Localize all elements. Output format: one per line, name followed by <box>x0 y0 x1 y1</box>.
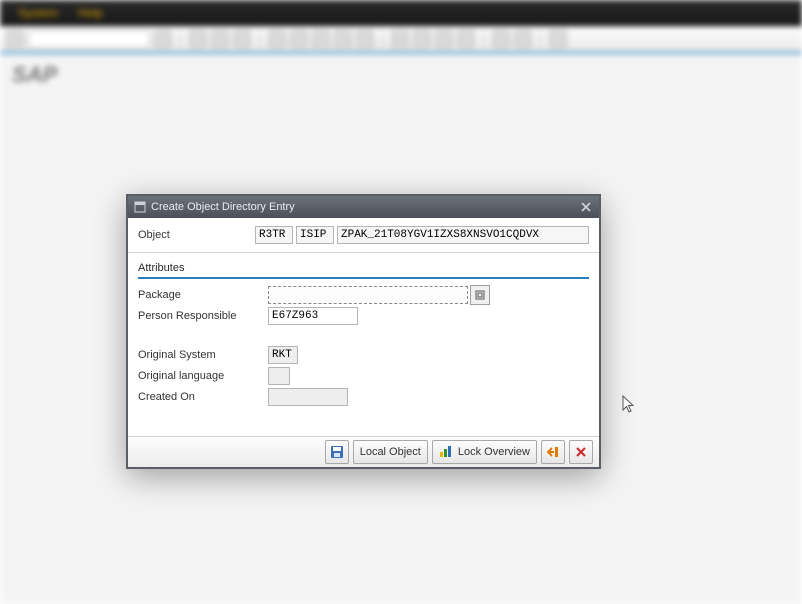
toolbar-button[interactable] <box>356 30 374 48</box>
cancel-button[interactable] <box>569 440 593 464</box>
package-label: Package <box>138 289 268 301</box>
responsible-input[interactable] <box>268 307 358 325</box>
divider <box>128 252 599 253</box>
dialog-titlebar[interactable]: Create Object Directory Entry <box>128 196 599 218</box>
toolbar-button[interactable] <box>233 30 251 48</box>
toolbar-button[interactable] <box>457 30 475 48</box>
toolbar-button[interactable] <box>334 30 352 48</box>
toolbar-button[interactable] <box>549 30 567 48</box>
menu-system[interactable]: System <box>18 6 58 20</box>
toolbar-button[interactable] <box>312 30 330 48</box>
chart-icon <box>439 444 453 461</box>
toolbar-button[interactable] <box>211 30 229 48</box>
separator <box>540 30 541 48</box>
toolbar-button[interactable] <box>435 30 453 48</box>
toolbar-button[interactable] <box>514 30 532 48</box>
original-system-label: Original System <box>138 349 268 361</box>
save-button[interactable] <box>325 440 349 464</box>
original-language-label: Original language <box>138 370 268 382</box>
local-object-label: Local Object <box>360 446 421 458</box>
window-icon <box>134 201 146 213</box>
original-system-input <box>268 346 298 364</box>
package-row: Package <box>138 285 589 305</box>
separator <box>382 30 383 48</box>
created-on-input <box>268 388 348 406</box>
created-on-row: Created On <box>138 387 589 407</box>
lock-overview-label: Lock Overview <box>458 446 530 458</box>
mouse-cursor-icon <box>622 395 636 418</box>
menu-help[interactable]: Help <box>78 6 103 20</box>
dialog-toolbar: Local Object Lock Overview <box>128 436 599 467</box>
object-name-input <box>337 226 589 244</box>
object-row: Object <box>138 226 589 244</box>
toolbar-button[interactable] <box>492 30 510 48</box>
toolbar-button[interactable] <box>413 30 431 48</box>
responsible-row: Person Responsible <box>138 306 589 326</box>
toolbar-button[interactable] <box>189 30 207 48</box>
separator <box>180 30 181 48</box>
close-icon[interactable] <box>579 200 593 214</box>
app-toolbar <box>0 26 802 52</box>
toolbar-button[interactable] <box>391 30 409 48</box>
menubar: System Help <box>0 0 802 26</box>
toolbar-button[interactable] <box>154 30 172 48</box>
toolbar-button[interactable] <box>290 30 308 48</box>
package-input[interactable] <box>268 286 468 304</box>
object-pgmid-input <box>255 226 293 244</box>
search-help-button[interactable] <box>470 285 490 305</box>
object-type-input <box>296 226 334 244</box>
lock-overview-button[interactable]: Lock Overview <box>432 440 537 464</box>
attributes-heading: Attributes <box>138 259 589 279</box>
continue-button[interactable] <box>541 440 565 464</box>
original-system-row: Original System <box>138 345 589 365</box>
created-on-label: Created On <box>138 391 268 403</box>
separator <box>259 30 260 48</box>
sap-heading: SAP <box>0 54 802 96</box>
command-field[interactable] <box>28 30 150 48</box>
dialog-body: Object Attributes Package Person Respons… <box>128 218 599 436</box>
local-object-button[interactable]: Local Object <box>353 440 428 464</box>
object-label: Object <box>138 229 255 241</box>
responsible-label: Person Responsible <box>138 310 268 322</box>
toolbar-button[interactable] <box>268 30 286 48</box>
original-language-input <box>268 367 290 385</box>
original-language-row: Original language <box>138 366 589 386</box>
dialog-title: Create Object Directory Entry <box>151 201 295 213</box>
create-object-dialog: Create Object Directory Entry Object Att… <box>126 194 601 469</box>
separator <box>483 30 484 48</box>
toolbar-button[interactable] <box>6 30 24 48</box>
